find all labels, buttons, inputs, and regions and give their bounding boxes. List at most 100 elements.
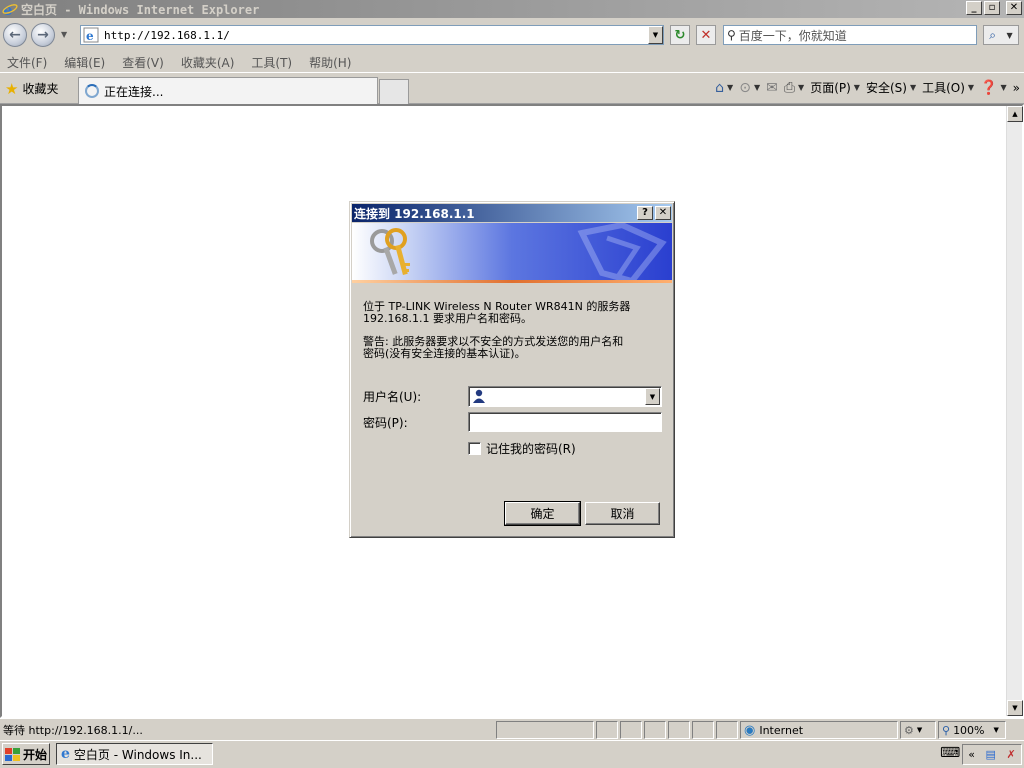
window-title: 空白页 - Windows Internet Explorer <box>21 2 260 17</box>
windows-logo-icon <box>4 747 20 761</box>
keyboard-icon[interactable]: ⌨ <box>940 745 960 761</box>
zoom-level: 100% <box>953 723 985 737</box>
status-cell-2 <box>620 721 642 739</box>
close-button[interactable]: ✕ <box>1006 1 1022 15</box>
remember-password-label: 记住我的密码(R) <box>486 442 576 456</box>
status-progress <box>496 721 594 739</box>
taskbar-ie-window[interactable]: e 空白页 - Windows In... <box>56 743 213 765</box>
taskbar-ie-label: 空白页 - Windows In... <box>73 747 202 762</box>
help-menu-button[interactable]: ❓ ▼ <box>980 80 1007 96</box>
window-title-bar: e 空白页 - Windows Internet Explorer _ ▫ ✕ <box>0 0 1024 18</box>
recent-pages-dropdown-icon[interactable]: ▼ <box>61 30 67 39</box>
remember-password-checkbox[interactable] <box>468 442 481 455</box>
safety-menu-button[interactable]: 安全(S) ▼ <box>866 79 916 96</box>
start-label: 开始 <box>22 747 47 762</box>
tab-connecting[interactable]: 正在连接... <box>78 77 378 104</box>
menu-favorites[interactable]: 收藏夹(A) <box>181 54 235 71</box>
menu-file[interactable]: 文件(F) <box>7 54 47 71</box>
vertical-scrollbar[interactable]: ▲ ▼ <box>1006 106 1023 716</box>
dialog-help-button[interactable]: ? <box>637 206 653 220</box>
svg-text:e: e <box>86 29 94 43</box>
protected-mode-button[interactable]: ⚙ ▼ <box>900 721 936 739</box>
cancel-button[interactable]: 取消 <box>585 502 660 525</box>
print-button[interactable]: ⎙ ▼ <box>784 80 804 96</box>
username-dropdown-button[interactable]: ▼ <box>645 388 660 405</box>
scroll-up-button[interactable]: ▲ <box>1007 106 1023 122</box>
search-options-dropdown-icon[interactable]: ▼ <box>1007 31 1013 40</box>
password-label: 密码(P): <box>363 416 408 430</box>
dialog-close-button[interactable]: ✕ <box>655 206 671 220</box>
security-zone[interactable]: ◉ Internet <box>740 721 898 739</box>
menu-bar: 文件(F) 编辑(E) 查看(V) 收藏夹(A) 工具(T) 帮助(H) <box>0 52 1024 72</box>
zoom-icon: ⚲ <box>942 723 951 737</box>
more-commands-button[interactable]: » <box>1013 81 1020 95</box>
favorites-button[interactable]: ★ 收藏夹 <box>5 80 58 97</box>
status-cell-4 <box>668 721 690 739</box>
remember-password-option[interactable]: 记住我的密码(R) <box>468 440 576 457</box>
printer-icon: ⎙ <box>783 79 796 96</box>
tab-label: 正在连接... <box>104 84 164 99</box>
status-text: 等待 http://192.168.1.1/... <box>3 724 143 737</box>
address-bar[interactable]: e http://192.168.1.1/ ▼ <box>80 25 664 45</box>
page-menu-button[interactable]: 页面(P) ▼ <box>810 79 860 96</box>
minimize-button[interactable]: _ <box>966 1 982 15</box>
system-tray: « ▤ ✗ <box>962 744 1022 765</box>
menu-help[interactable]: 帮助(H) <box>309 54 351 71</box>
rss-icon: ⊙ <box>739 79 751 96</box>
password-field[interactable] <box>468 412 662 432</box>
favorites-and-tabs-bar: ★ 收藏夹 正在连接... ⌂ ▼ ⊙ ▼ ✉ ⎙ ▼ 页面(P) ▼ 安全(S) ▼ 工… <box>0 72 1024 104</box>
forward-arrow-icon: → <box>37 27 49 43</box>
mail-icon: ✉ <box>766 79 778 96</box>
search-go-icon: ⌕ <box>989 27 996 42</box>
page-ie-icon: e <box>83 27 99 43</box>
username-label: 用户名(U): <box>363 390 422 404</box>
dialog-title: 连接到 192.168.1.1 <box>354 206 475 221</box>
scroll-down-button[interactable]: ▼ <box>1007 700 1023 716</box>
mail-button[interactable]: ✉ <box>766 80 778 96</box>
tray-expand-button[interactable]: « <box>968 748 975 761</box>
address-dropdown-button[interactable]: ▼ <box>648 26 663 44</box>
tools-menu-button[interactable]: 工具(O) ▼ <box>922 79 974 96</box>
search-go-button[interactable]: ⌕ ▼ <box>983 25 1019 45</box>
page-menu-label: 页面(P) <box>810 81 851 95</box>
stop-button[interactable]: ✕ <box>696 25 716 45</box>
menu-edit[interactable]: 编辑(E) <box>64 54 105 71</box>
keys-icon <box>370 228 410 276</box>
maximize-button[interactable]: ▫ <box>984 1 1000 15</box>
search-icon: ⚲ <box>727 28 736 42</box>
menu-tools[interactable]: 工具(T) <box>251 54 292 71</box>
start-button[interactable]: 开始 <box>2 743 50 765</box>
zoom-button[interactable]: ⚲ 100% ▼ <box>938 721 1006 739</box>
tools-menu-label: 工具(O) <box>922 81 965 95</box>
username-combo[interactable]: ▼ <box>468 386 662 407</box>
home-button[interactable]: ⌂ ▼ <box>715 80 733 96</box>
back-button[interactable]: ← <box>3 23 27 47</box>
banner-watermark-icon <box>577 223 667 283</box>
feeds-button[interactable]: ⊙ ▼ <box>739 80 760 96</box>
home-icon: ⌂ <box>715 79 725 96</box>
forward-button[interactable]: → <box>31 23 55 47</box>
dialog-banner <box>352 223 672 283</box>
ok-button[interactable]: 确定 <box>504 501 581 526</box>
address-toolbar: ← → ▼ e http://192.168.1.1/ ▼ ↻ ✕ ⚲ 百度一下… <box>0 18 1024 52</box>
refresh-button[interactable]: ↻ <box>670 25 690 45</box>
favorites-label: 收藏夹 <box>22 82 59 96</box>
search-box[interactable]: ⚲ 百度一下，你就知道 <box>723 25 977 45</box>
command-bar: ⌂ ▼ ⊙ ▼ ✉ ⎙ ▼ 页面(P) ▼ 安全(S) ▼ 工具(O) ▼ ❓ ▼ » <box>715 79 1020 96</box>
server-message-line2: 192.168.1.1 要求用户名和密码。 <box>363 312 532 325</box>
menu-view[interactable]: 查看(V) <box>122 54 164 71</box>
volume-icon[interactable]: ✗ <box>1007 748 1016 761</box>
address-input[interactable]: http://192.168.1.1/ <box>104 29 648 42</box>
protected-mode-icon: ⚙ <box>904 723 914 737</box>
banner-stripe <box>352 280 672 283</box>
star-icon: ★ <box>5 79 19 98</box>
user-icon <box>473 389 485 403</box>
dialog-title-bar: 连接到 192.168.1.1 ? ✕ <box>352 204 672 222</box>
zone-label: Internet <box>759 723 804 737</box>
help-icon: ❓ <box>980 79 998 96</box>
search-input[interactable]: 百度一下，你就知道 <box>739 27 847 44</box>
auth-dialog: 连接到 192.168.1.1 ? ✕ 位于 TP-LINK Wireless … <box>349 201 675 538</box>
new-tab-button[interactable] <box>379 79 409 104</box>
ie-logo-icon: e <box>2 1 18 17</box>
network-icon[interactable]: ▤ <box>986 748 996 761</box>
